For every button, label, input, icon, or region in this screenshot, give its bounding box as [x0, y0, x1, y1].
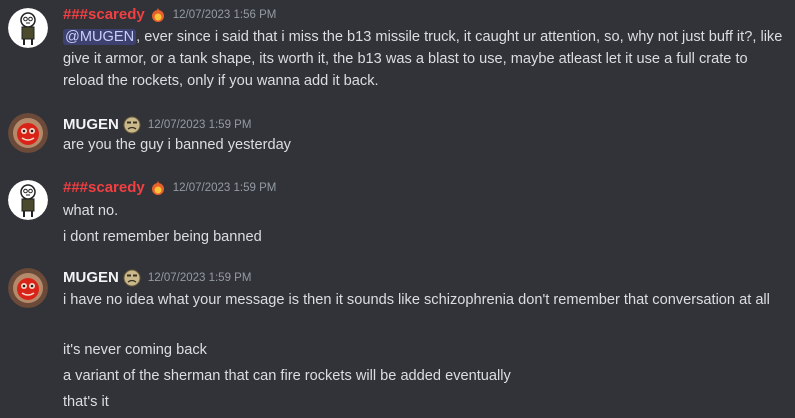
username[interactable]: MUGEN — [63, 115, 119, 135]
sad-face-icon — [123, 116, 141, 134]
message-text: i dont remember being banned — [63, 229, 262, 245]
username[interactable]: ###scaredy — [63, 178, 145, 198]
message-header: MUGEN 12/07/2023 1:59 PM — [63, 268, 251, 288]
message-text: it's never coming back — [63, 342, 207, 358]
doodle-avatar-icon — [8, 180, 48, 220]
username[interactable]: ###scaredy — [63, 5, 145, 25]
avatar[interactable] — [8, 268, 48, 308]
avatar[interactable] — [8, 8, 48, 48]
message-text: i have no idea what your message is then… — [63, 292, 770, 308]
message-text: that's it — [63, 394, 109, 410]
username[interactable]: MUGEN — [63, 268, 119, 288]
timestamp[interactable]: 12/07/2023 1:59 PM — [173, 178, 277, 198]
message-header: ###scaredy 12/07/2023 1:56 PM — [63, 5, 276, 25]
message-header: ###scaredy 12/07/2023 1:59 PM — [63, 178, 276, 198]
timestamp[interactable]: 12/07/2023 1:59 PM — [148, 115, 252, 135]
message-text: , ever since i said that i miss the b13 … — [63, 29, 783, 89]
message-content: @MUGEN, ever since i said that i miss th… — [63, 26, 788, 92]
avatar[interactable] — [8, 113, 48, 153]
user-mention[interactable]: @MUGEN — [63, 29, 137, 45]
red-ornament-avatar-icon — [8, 113, 48, 153]
message-text: are you the guy i banned yesterday — [63, 137, 291, 153]
chat-message-list: ###scaredy 12/07/2023 1:56 PM @MUGEN, ev… — [0, 0, 795, 418]
timestamp[interactable]: 12/07/2023 1:56 PM — [173, 5, 277, 25]
message-text: a variant of the sherman that can fire r… — [63, 368, 511, 384]
fire-icon — [150, 7, 166, 23]
doodle-avatar-icon — [8, 8, 48, 48]
message-text: what no. — [63, 203, 119, 219]
avatar[interactable] — [8, 180, 48, 220]
timestamp[interactable]: 12/07/2023 1:59 PM — [148, 268, 252, 288]
red-ornament-avatar-icon — [8, 268, 48, 308]
message-header: MUGEN 12/07/2023 1:59 PM — [63, 115, 251, 135]
fire-icon — [150, 180, 166, 196]
sad-face-icon — [123, 269, 141, 287]
